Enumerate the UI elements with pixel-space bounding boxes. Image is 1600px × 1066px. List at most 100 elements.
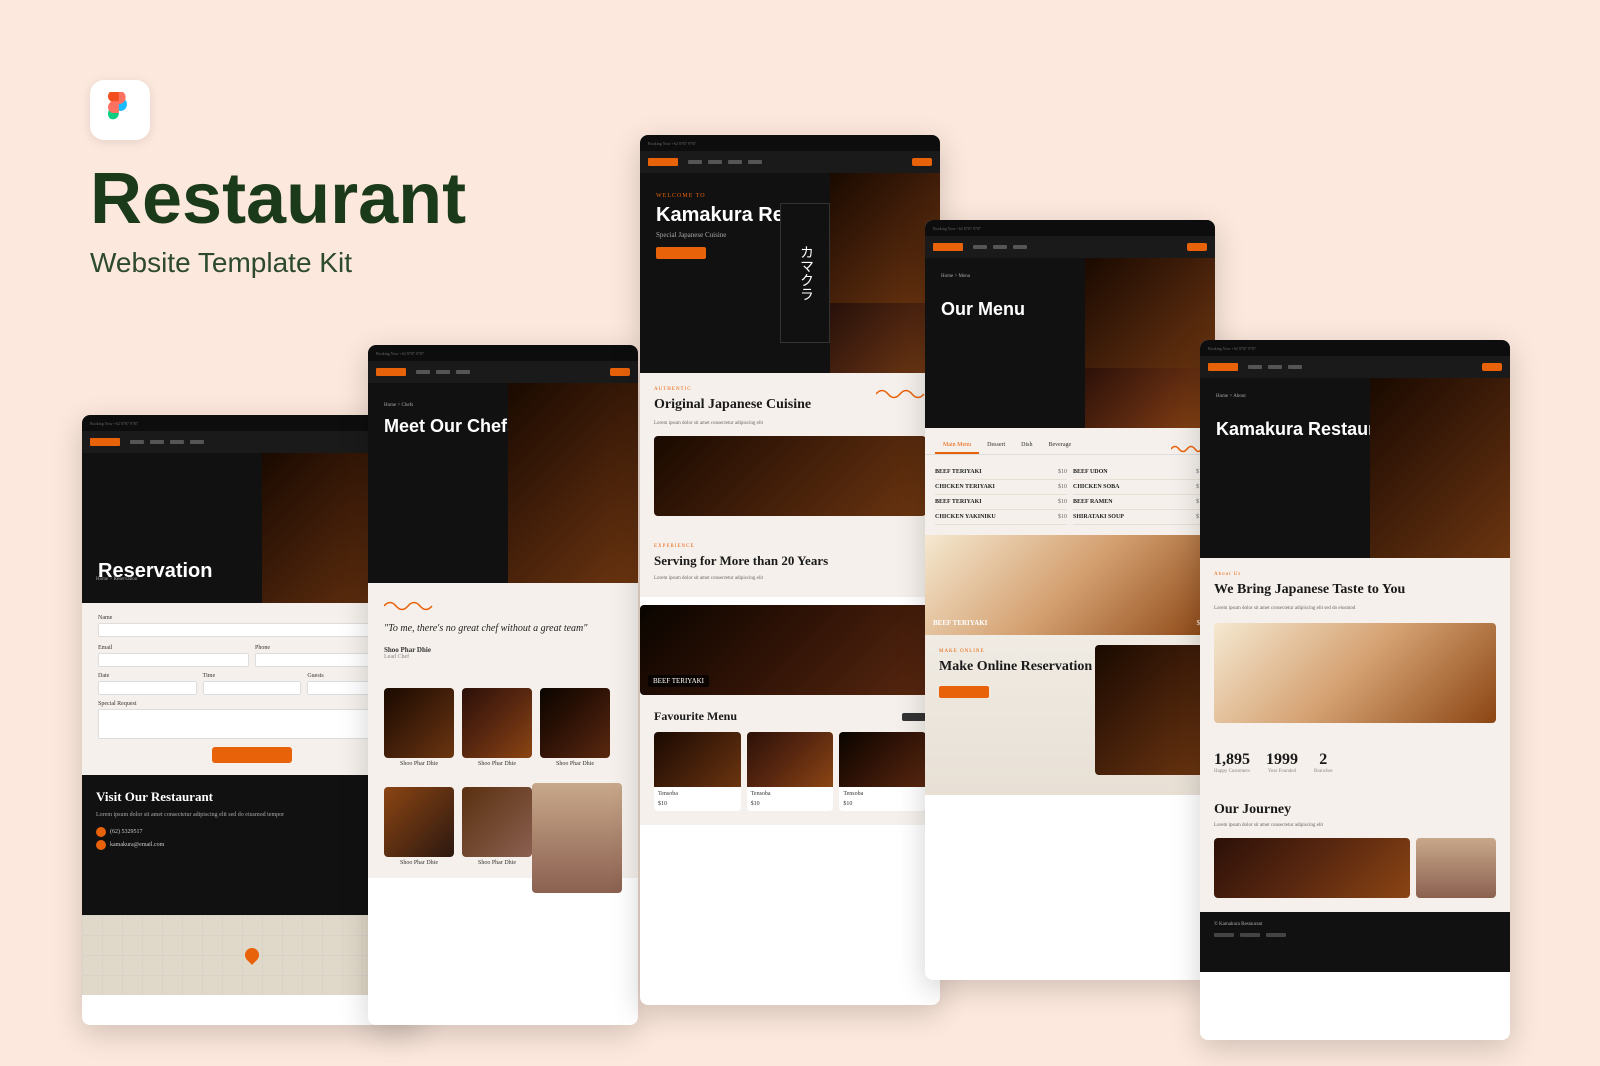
- chef-card-5: Shoo Phar Dhie: [462, 787, 532, 866]
- favourite-menu-section: Favourite Menu Tensoba $10 Tensoba $10 T…: [640, 695, 940, 825]
- chef-card-1: Shoo Phar Dhie: [384, 688, 454, 767]
- item-price-2: $10: [1058, 484, 1067, 490]
- tab-main-menu[interactable]: Main Menu: [935, 438, 979, 454]
- mini-nav-menu: [925, 236, 1215, 258]
- item-price-1: $10: [1058, 469, 1067, 475]
- bottom-link-3: [1266, 933, 1286, 937]
- form-submit-button[interactable]: [212, 747, 292, 763]
- fav-header: Favourite Menu: [654, 709, 926, 724]
- stat-branches: 2 Branches: [1314, 751, 1333, 774]
- nav-item-a2: [1268, 365, 1282, 369]
- item-price-4: $10: [1058, 514, 1067, 520]
- stat-label-customers: Happy Customers: [1214, 769, 1250, 774]
- journey-text: Lorem ipsum dolor sit amet consectetur a…: [1214, 822, 1496, 830]
- bottom-link-2: [1240, 933, 1260, 937]
- form-label-special: Special Request: [98, 701, 406, 707]
- nav-item-m3: [1013, 245, 1027, 249]
- tab-beverage[interactable]: Beverage: [1041, 438, 1080, 454]
- menu-tabs-container: Main Menu Dessert Dish Beverage BEEF TER…: [925, 428, 1215, 535]
- reservation-btn[interactable]: [939, 686, 989, 698]
- menu-item-shirataki-soup: SHIRATAKI SOUP $10: [1073, 510, 1205, 525]
- fav-price-1: $10: [654, 801, 741, 811]
- exp-text: Lorem ipsum dolor sit amet consectetur a…: [654, 575, 926, 583]
- phone-number: (62) 5329517: [110, 829, 143, 835]
- fav-name-1: Tensoba: [654, 787, 741, 801]
- nav-cta-about[interactable]: [1482, 363, 1502, 371]
- menu-tabs: Main Menu Dessert Dish Beverage: [925, 428, 1215, 455]
- nav-cta-menu[interactable]: [1187, 243, 1207, 251]
- chef-quote-text: "To me, there's no great chef without a …: [384, 621, 622, 636]
- about-label: About Us: [1214, 572, 1496, 577]
- tab-dish[interactable]: Dish: [1013, 438, 1040, 454]
- chef-quote-author: Shoo Phar Dhie: [384, 646, 622, 654]
- top-bar-text: Booking Now +62 8787 9787: [90, 421, 390, 426]
- item-name-6: CHICKEN SOBA: [1073, 484, 1120, 490]
- nav-cta-chefs[interactable]: [610, 368, 630, 376]
- tab-dessert[interactable]: Dessert: [979, 438, 1013, 454]
- nav-cta-home[interactable]: [912, 158, 932, 166]
- about-section-title: We Bring Japanese Taste to You: [1214, 581, 1496, 599]
- about-bottom-text: © Kamakura Restaurant: [1214, 922, 1496, 927]
- fav-more-button[interactable]: [902, 713, 926, 721]
- menu-col-1: BEEF TERIYAKI $10 CHICKEN TERIYAKI $10 B…: [935, 465, 1067, 525]
- nav-item-2: [150, 440, 164, 444]
- nav-item-h1: [688, 160, 702, 164]
- about-text: Lorem ipsum dolor sit amet consectetur a…: [1214, 605, 1496, 613]
- chefs-screen-card: Booking Now +62 8787 9787 Home > Chefs M…: [368, 345, 638, 1025]
- chef-img-1: [384, 688, 454, 758]
- email-icon: [96, 840, 106, 850]
- form-input-time[interactable]: [203, 681, 302, 695]
- menu-col-2: BEEF UDON $10 CHICKEN SOBA $10 BEEF RAME…: [1073, 465, 1205, 525]
- chef-name-4: Shoo Phar Dhie: [384, 860, 454, 866]
- journey-img-2: [1416, 838, 1496, 898]
- journey-img-1: [1214, 838, 1410, 898]
- chefs-hero-img-1: [508, 383, 638, 583]
- home-cta-button[interactable]: [656, 247, 706, 259]
- home-experience-section: EXPERIENCE Serving for More than 20 Year…: [640, 530, 940, 597]
- featured-food-name: BEEF TERIYAKI: [933, 619, 987, 627]
- top-bar-text-chefs: Booking Now +62 8787 9787: [376, 351, 630, 356]
- fav-name-2: Tensoba: [747, 787, 834, 801]
- chef-img-3: [540, 688, 610, 758]
- nav-logo: [90, 438, 120, 446]
- item-name-4: CHICKEN YAKINIKU: [935, 514, 996, 520]
- about-bottom-links: [1214, 933, 1496, 937]
- contact-phone: (62) 5329517: [96, 827, 408, 837]
- item-name-8: SHIRATAKI SOUP: [1073, 514, 1124, 520]
- fav-title: Favourite Menu: [654, 709, 737, 724]
- form-row-special: Special Request: [98, 701, 406, 739]
- top-bar-text-menu: Booking Now +62 8787 9787: [933, 226, 1207, 231]
- exp-label: EXPERIENCE: [654, 544, 926, 549]
- menu-hero-img1: [1085, 258, 1215, 368]
- item-name-7: BEEF RAMEN: [1073, 499, 1113, 505]
- form-input-name[interactable]: [98, 623, 406, 637]
- form-label-time: Time: [203, 673, 302, 679]
- japanese-text: カマクラ: [780, 203, 830, 343]
- form-label-date: Date: [98, 673, 197, 679]
- fav-item-3: Tensoba $10: [839, 732, 926, 811]
- form-input-special[interactable]: [98, 709, 406, 739]
- nav-item-a3: [1288, 365, 1302, 369]
- top-bar-about: Booking Now +62 8787 9787: [1200, 340, 1510, 356]
- about-main-section: About Us We Bring Japanese Taste to You …: [1200, 558, 1510, 737]
- nav-item-c2: [436, 370, 450, 374]
- chef-img-2: [462, 688, 532, 758]
- about-hero-img: [1370, 378, 1510, 558]
- menu-item-beef-teriyaki-2: BEEF TERIYAKI $10: [935, 495, 1067, 510]
- hero-breadcrumb: Home > Reservation: [96, 567, 137, 585]
- item-name-1: BEEF TERIYAKI: [935, 469, 982, 475]
- email-address: kamakura@email.com: [110, 842, 164, 848]
- menu-reservation-section: MAKE ONLINE Make Online Reservation: [925, 635, 1215, 795]
- form-input-date[interactable]: [98, 681, 197, 695]
- tabs-wave: [1171, 441, 1201, 451]
- fav-img-3: [839, 732, 926, 787]
- form-row-name: Name: [98, 615, 406, 637]
- item-name-5: BEEF UDON: [1073, 469, 1108, 475]
- about-journey-section: Our Journey Lorem ipsum dolor sit amet c…: [1200, 788, 1510, 912]
- about-screen-card: Booking Now +62 8787 9787 Home > About K…: [1200, 340, 1510, 1040]
- form-input-email[interactable]: [98, 653, 249, 667]
- about-hero: Home > About Kamakura Restaurant: [1200, 378, 1510, 558]
- food-price-tag: BEEF TERIYAKI: [648, 675, 709, 687]
- chef-card-4: Shoo Phar Dhie: [384, 787, 454, 866]
- menu-item-beef-udon: BEEF UDON $10: [1073, 465, 1205, 480]
